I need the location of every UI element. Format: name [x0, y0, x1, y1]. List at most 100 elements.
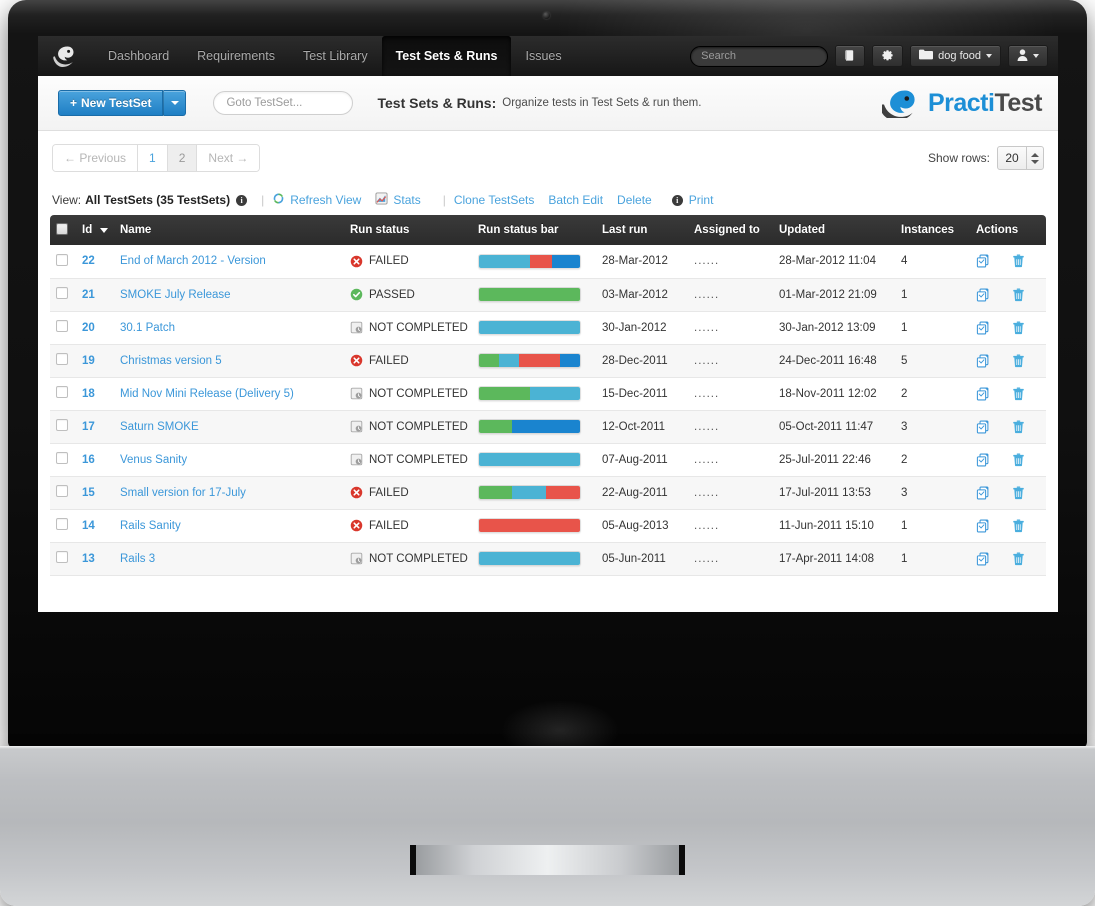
- row-checkbox[interactable]: [56, 287, 68, 299]
- testset-name-link[interactable]: Rails Sanity: [120, 520, 181, 532]
- clone-icon[interactable]: [976, 453, 990, 467]
- show-rows-stepper[interactable]: 20: [997, 146, 1044, 170]
- row-checkbox[interactable]: [56, 551, 68, 563]
- goto-testset-input[interactable]: [213, 91, 354, 115]
- chevron-up-icon[interactable]: [1031, 152, 1039, 157]
- show-rows-value[interactable]: 20: [998, 147, 1026, 169]
- new-testset-button[interactable]: + New TestSet: [58, 90, 164, 116]
- row-checkbox[interactable]: [56, 253, 68, 266]
- testset-id-link[interactable]: 19: [82, 355, 95, 367]
- column-header-instances[interactable]: Instances: [895, 215, 970, 245]
- nav-link-dashboard[interactable]: Dashboard: [94, 36, 183, 76]
- view-info-icon[interactable]: i: [236, 194, 248, 206]
- table-row[interactable]: 15 Small version for 17-July FAILED 22-Aug-…: [50, 476, 1046, 510]
- row-select-cell[interactable]: [50, 410, 76, 444]
- clone-testsets-action[interactable]: Clone TestSets: [454, 193, 535, 207]
- testset-id-link[interactable]: 13: [82, 553, 95, 565]
- delete-trash-icon[interactable]: [1012, 485, 1025, 500]
- row-checkbox[interactable]: [56, 320, 68, 332]
- delete-trash-icon[interactable]: [1012, 518, 1025, 533]
- table-row[interactable]: 13 Rails 3 NOT COMPLETED 05-Jun-2011...... 1…: [50, 542, 1046, 576]
- delete-trash-icon[interactable]: [1012, 452, 1025, 467]
- practitest-bird-logo-icon[interactable]: [38, 45, 94, 67]
- column-header-id[interactable]: Id: [76, 215, 114, 245]
- clone-icon[interactable]: [976, 387, 990, 401]
- nav-link-issues[interactable]: Issues: [511, 36, 575, 76]
- pagination-page-1[interactable]: 1: [138, 145, 168, 171]
- delete-action[interactable]: Delete: [617, 193, 652, 207]
- nav-link-test-library[interactable]: Test Library: [289, 36, 382, 76]
- testset-id-link[interactable]: 14: [82, 520, 95, 532]
- clone-icon[interactable]: [976, 254, 990, 268]
- table-row[interactable]: 16 Venus Sanity NOT COMPLETED 07-Aug-2011..…: [50, 443, 1046, 477]
- select-all-checkbox[interactable]: [56, 222, 68, 235]
- table-row[interactable]: 19 Christmas version 5 FAILED 28-Dec-2011..…: [50, 344, 1046, 378]
- row-select-cell[interactable]: [50, 245, 76, 279]
- nav-link-test-sets-and-runs[interactable]: Test Sets & Runs: [381, 36, 512, 76]
- delete-trash-icon[interactable]: [1012, 254, 1025, 268]
- column-header-run-status[interactable]: Run status: [344, 215, 472, 245]
- clone-icon[interactable]: [976, 519, 990, 533]
- row-select-cell[interactable]: [50, 278, 76, 312]
- delete-trash-icon[interactable]: [1012, 287, 1025, 302]
- testset-name-link[interactable]: Christmas version 5: [120, 355, 222, 367]
- select-all-header[interactable]: [50, 215, 76, 245]
- testset-id-link[interactable]: 22: [82, 255, 95, 267]
- pagination-next[interactable]: Next →: [197, 145, 260, 171]
- row-checkbox[interactable]: [56, 485, 68, 497]
- testset-id-link[interactable]: 21: [82, 289, 95, 301]
- column-header-last-run[interactable]: Last run: [596, 215, 688, 245]
- batch-edit-label[interactable]: Batch Edit: [548, 193, 603, 207]
- print-label[interactable]: Print: [689, 193, 714, 207]
- testset-name-link[interactable]: SMOKE July Release: [120, 289, 231, 301]
- nav-link-requirements[interactable]: Requirements: [183, 36, 289, 76]
- delete-trash-icon[interactable]: [1012, 419, 1025, 434]
- column-header-updated[interactable]: Updated: [773, 215, 895, 245]
- clone-icon[interactable]: [976, 552, 990, 566]
- testset-name-link[interactable]: Small version for 17-July: [120, 487, 246, 499]
- table-row[interactable]: 17 Saturn SMOKE NOT COMPLETED 12-Oct-2011..…: [50, 410, 1046, 444]
- testset-id-link[interactable]: 16: [82, 454, 95, 466]
- print-action[interactable]: Print: [689, 193, 714, 207]
- table-row[interactable]: 21 SMOKE July Release PASSED 03-Mar-2012...…: [50, 278, 1046, 312]
- book-button[interactable]: [835, 45, 866, 67]
- table-row[interactable]: 20 30.1 Patch NOT COMPLETED 30-Jan-2012....…: [50, 311, 1046, 345]
- testset-id-link[interactable]: 18: [82, 388, 95, 400]
- testset-name-link[interactable]: 30.1 Patch: [120, 322, 175, 334]
- clone-icon[interactable]: [976, 354, 990, 368]
- row-checkbox[interactable]: [56, 353, 68, 365]
- testset-id-link[interactable]: 20: [82, 322, 95, 334]
- row-select-cell[interactable]: [50, 311, 76, 345]
- row-select-cell[interactable]: [50, 344, 76, 378]
- clone-icon[interactable]: [976, 321, 990, 335]
- delete-label[interactable]: Delete: [617, 193, 652, 207]
- table-row[interactable]: 22 End of March 2012 - Version FAILED 28-Ma…: [50, 245, 1046, 279]
- delete-info-icon[interactable]: i: [671, 194, 683, 206]
- user-menu-button[interactable]: [1008, 45, 1048, 67]
- column-header-assigned-to[interactable]: Assigned to: [688, 215, 773, 245]
- table-row[interactable]: 18 Mid Nov Mini Release (Delivery 5) NOT C…: [50, 377, 1046, 411]
- pagination-page-2[interactable]: 2: [167, 145, 198, 171]
- pagination-previous[interactable]: ← Previous: [53, 145, 139, 171]
- sort-descending-icon[interactable]: [100, 228, 109, 233]
- column-header-name[interactable]: Name: [114, 215, 344, 245]
- chevron-down-icon[interactable]: [1031, 159, 1039, 164]
- new-testset-dropdown-button[interactable]: [163, 90, 187, 116]
- testset-name-link[interactable]: Venus Sanity: [120, 454, 187, 466]
- delete-trash-icon[interactable]: [1012, 551, 1025, 566]
- show-rows-arrows[interactable]: [1026, 147, 1043, 169]
- row-select-cell[interactable]: [50, 509, 76, 543]
- delete-trash-icon[interactable]: [1012, 320, 1025, 335]
- stats-label[interactable]: Stats: [393, 193, 420, 207]
- project-selector-button[interactable]: dog food: [910, 45, 1001, 67]
- settings-button[interactable]: [872, 45, 904, 67]
- row-checkbox[interactable]: [56, 452, 68, 464]
- testset-id-link[interactable]: 17: [82, 421, 95, 433]
- clone-icon[interactable]: [976, 486, 990, 500]
- search-input[interactable]: [690, 45, 829, 67]
- testset-name-link[interactable]: Rails 3: [120, 553, 155, 565]
- delete-trash-icon[interactable]: [1012, 353, 1025, 368]
- row-select-cell[interactable]: [50, 443, 76, 477]
- clone-testsets-label[interactable]: Clone TestSets: [454, 193, 535, 207]
- row-checkbox[interactable]: [56, 518, 68, 530]
